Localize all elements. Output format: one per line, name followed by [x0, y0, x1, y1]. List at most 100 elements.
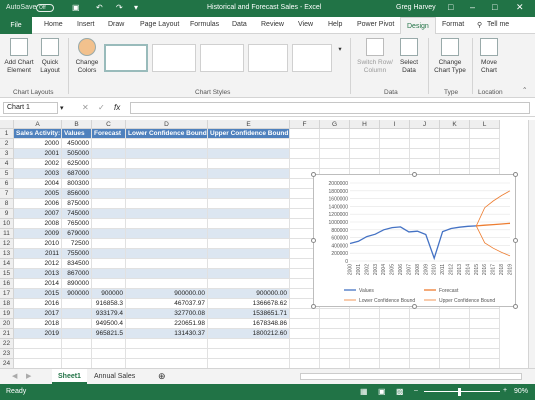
row-header[interactable]: 1 [0, 129, 14, 139]
table-cell[interactable] [208, 159, 290, 169]
table-cell[interactable] [126, 219, 208, 229]
row-header[interactable]: 10 [0, 219, 14, 229]
tab-data[interactable]: Data [232, 21, 247, 28]
row-header[interactable]: 11 [0, 229, 14, 239]
grid-cell[interactable] [440, 129, 470, 139]
grid-cell[interactable] [320, 309, 350, 319]
table-cell[interactable] [62, 329, 92, 339]
grid-cell[interactable] [320, 139, 350, 149]
table-header-cell[interactable]: Lower Confidence Bound [126, 129, 208, 139]
grid-cell[interactable] [410, 349, 440, 359]
table-cell[interactable]: 800300 [62, 179, 92, 189]
table-cell[interactable]: 900000 [62, 289, 92, 299]
grid-cell[interactable] [440, 349, 470, 359]
tab-home[interactable]: Home [44, 21, 63, 28]
grid-cell[interactable] [320, 339, 350, 349]
close-icon[interactable]: ✕ [516, 2, 524, 13]
grid-cell[interactable] [470, 129, 500, 139]
tab-insert[interactable]: Insert [77, 21, 95, 28]
maximize-icon[interactable]: □ [492, 2, 497, 12]
table-cell[interactable] [208, 139, 290, 149]
vertical-scrollbar[interactable] [528, 120, 535, 368]
grid-cell[interactable] [380, 139, 410, 149]
row-header[interactable]: 15 [0, 269, 14, 279]
table-cell[interactable]: 1678348.86 [208, 319, 290, 329]
grid-cell[interactable] [350, 149, 380, 159]
table-cell[interactable]: 2011 [14, 249, 62, 259]
column-header[interactable]: I [380, 120, 410, 129]
chart-style-3[interactable] [200, 44, 244, 72]
grid-cell[interactable] [470, 319, 500, 329]
name-box-dropdown-icon[interactable]: ▾ [60, 104, 64, 112]
insert-function-icon[interactable]: fx [114, 103, 120, 112]
grid-cell[interactable] [92, 349, 126, 359]
row-header[interactable]: 22 [0, 339, 14, 349]
table-cell[interactable]: 745000 [62, 209, 92, 219]
enter-icon[interactable]: ✓ [98, 103, 105, 112]
grid-cell[interactable] [410, 129, 440, 139]
grid-cell[interactable] [320, 329, 350, 339]
formula-input[interactable] [130, 102, 530, 114]
table-cell[interactable]: 949500.4 [92, 319, 126, 329]
table-cell[interactable] [126, 269, 208, 279]
styles-scroll-icon[interactable]: ▾ [336, 46, 344, 54]
grid-cell[interactable] [380, 339, 410, 349]
grid-cell[interactable] [320, 159, 350, 169]
table-cell[interactable] [92, 279, 126, 289]
grid-cell[interactable] [126, 349, 208, 359]
table-cell[interactable]: 875000 [62, 199, 92, 209]
table-cell[interactable]: 765000 [62, 219, 92, 229]
tab-formulas[interactable]: Formulas [190, 21, 219, 28]
zoom-level[interactable]: 90% [514, 388, 528, 395]
grid-cell[interactable] [320, 349, 350, 359]
table-header-cell[interactable]: Sales Activity: Histo [14, 129, 62, 139]
table-cell[interactable]: 755000 [62, 249, 92, 259]
tab-power-pivot[interactable]: Power Pivot [357, 21, 394, 28]
tab-help[interactable]: Help [328, 21, 342, 28]
resize-handle[interactable] [311, 172, 316, 177]
sheet-tab-sheet1[interactable]: Sheet1 [52, 369, 87, 384]
table-cell[interactable]: 916858.3 [92, 299, 126, 309]
row-header[interactable]: 8 [0, 199, 14, 209]
grid-cell[interactable] [440, 329, 470, 339]
column-header[interactable]: E [208, 120, 290, 129]
grid-cell[interactable] [320, 149, 350, 159]
table-cell[interactable] [92, 249, 126, 259]
row-header[interactable]: 19 [0, 309, 14, 319]
collapse-ribbon-icon[interactable]: ⌃ [522, 86, 527, 94]
grid-cell[interactable] [14, 349, 62, 359]
tab-file[interactable]: File [0, 17, 32, 34]
table-cell[interactable]: 2008 [14, 219, 62, 229]
grid-cell[interactable] [92, 339, 126, 349]
column-header[interactable]: L [470, 120, 500, 129]
cancel-icon[interactable]: ✕ [82, 103, 89, 112]
table-cell[interactable]: 834500 [62, 259, 92, 269]
grid-cell[interactable] [290, 349, 320, 359]
table-cell[interactable] [92, 159, 126, 169]
resize-handle[interactable] [311, 238, 316, 243]
table-cell[interactable] [208, 269, 290, 279]
table-cell[interactable] [208, 239, 290, 249]
grid-cell[interactable] [14, 339, 62, 349]
quick-layout-button[interactable]: Quick Layout [38, 38, 62, 75]
grid-cell[interactable] [290, 139, 320, 149]
table-cell[interactable]: 867000 [62, 269, 92, 279]
table-cell[interactable]: 467037.97 [126, 299, 208, 309]
table-cell[interactable]: 2000 [14, 139, 62, 149]
name-box[interactable]: Chart 1 [3, 102, 58, 114]
table-cell[interactable]: 2004 [14, 179, 62, 189]
grid-cell[interactable] [470, 149, 500, 159]
table-cell[interactable] [92, 259, 126, 269]
table-cell[interactable]: 2002 [14, 159, 62, 169]
column-header[interactable]: C [92, 120, 126, 129]
grid-cell[interactable] [208, 349, 290, 359]
table-cell[interactable] [126, 169, 208, 179]
table-cell[interactable]: 2007 [14, 209, 62, 219]
tab-draw[interactable]: Draw [108, 21, 124, 28]
row-header[interactable]: 7 [0, 189, 14, 199]
column-header[interactable]: J [410, 120, 440, 129]
column-header[interactable]: F [290, 120, 320, 129]
resize-handle[interactable] [311, 304, 316, 309]
grid-cell[interactable] [290, 329, 320, 339]
grid-cell[interactable] [470, 339, 500, 349]
